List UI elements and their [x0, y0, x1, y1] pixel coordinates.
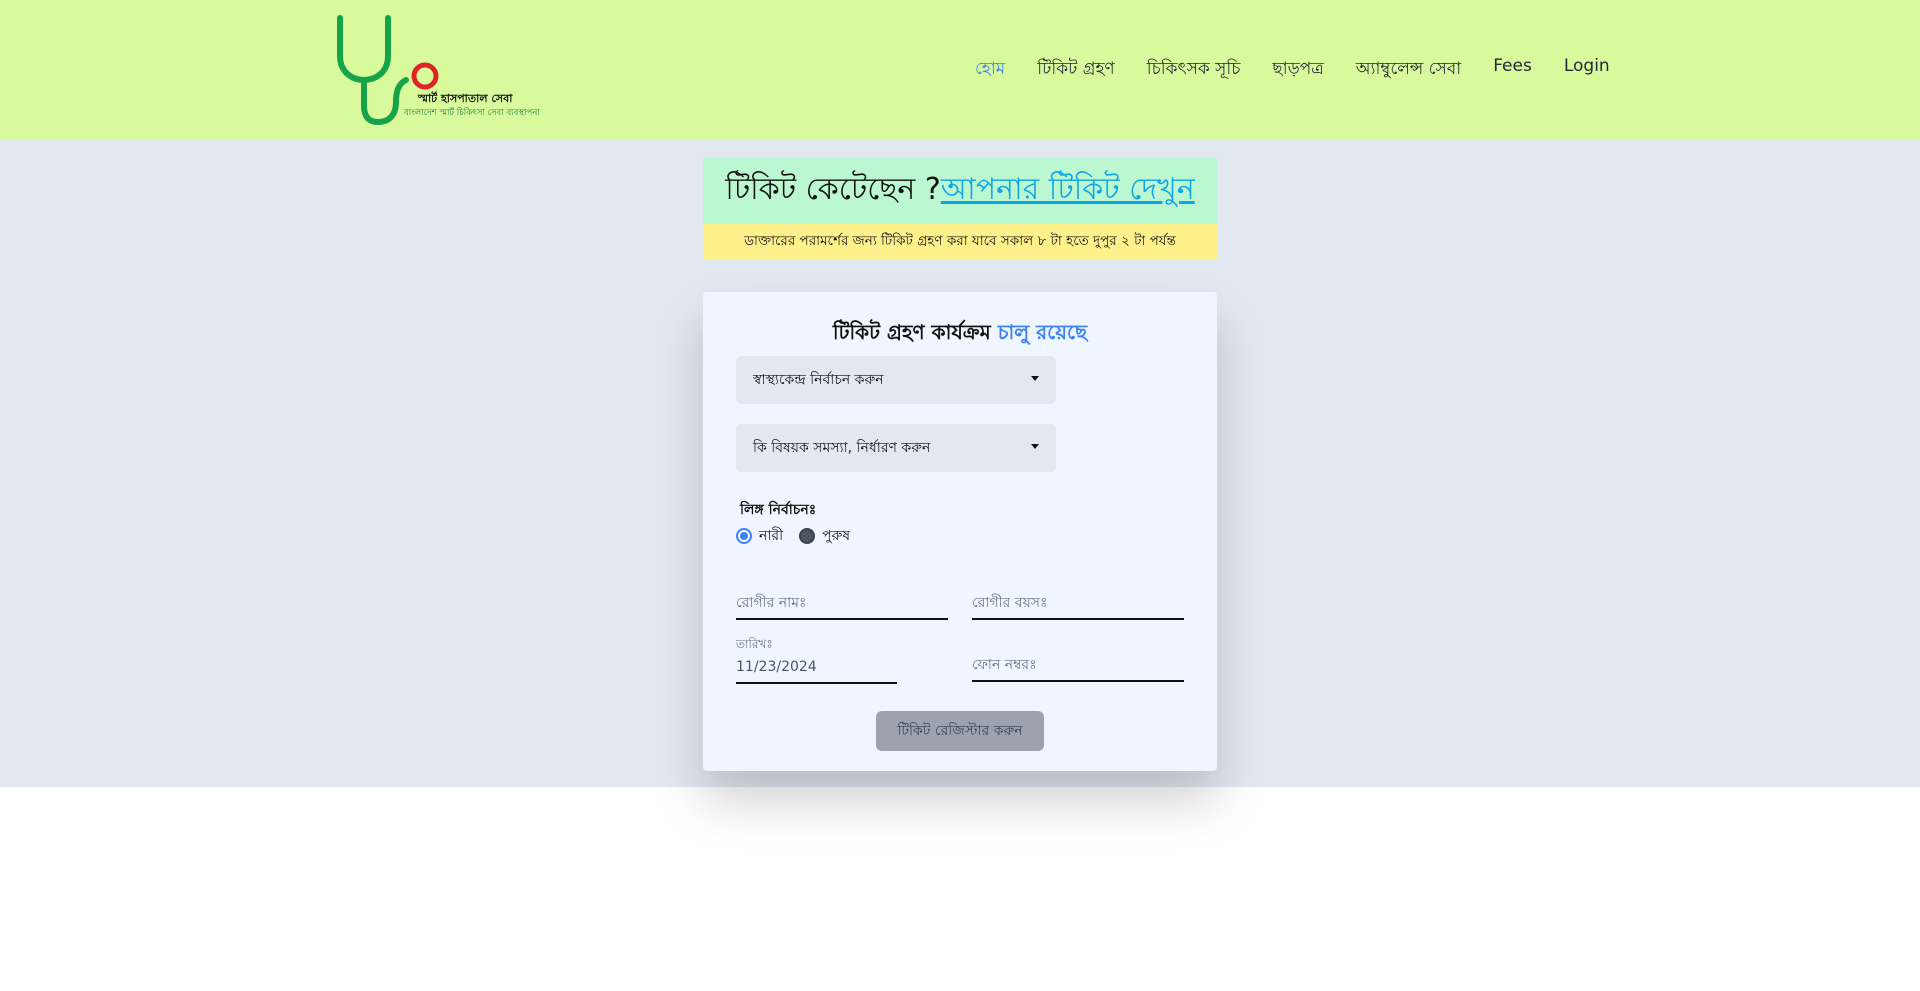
- radio-male-label[interactable]: পুরুষ: [822, 524, 850, 548]
- ticket-check-banner: টিকিট কেটেছেন ? আপনার টিকিট দেখুন: [703, 157, 1217, 224]
- nav-doctor-schedule[interactable]: চিকিৎসক সূচি: [1147, 56, 1241, 84]
- health-center-select[interactable]: স্বাস্থ্যকেন্দ্র নির্বাচন করুন: [736, 356, 1056, 404]
- main-nav: হোম টিকিট গ্রহণ চিকিৎসক সূচি ছাড়পত্র অ্…: [975, 56, 1610, 84]
- view-ticket-link[interactable]: আপনার টিকিট দেখুন: [941, 165, 1195, 216]
- nav-home[interactable]: হোম: [975, 56, 1005, 84]
- nav-discharge[interactable]: ছাড়পত্র: [1272, 56, 1323, 84]
- phone-input[interactable]: ফোন নম্বরঃ: [972, 650, 1184, 682]
- caret-down-icon: [1031, 376, 1039, 381]
- form-title-text: টিকিট গ্রহণ কার্যক্রম: [832, 320, 991, 344]
- health-center-select-value: স্বাস্থ্যকেন্দ্র নির্বাচন করুন: [753, 372, 884, 388]
- nav-ambulance[interactable]: অ্যাম্বুলেন্স সেবা: [1356, 56, 1461, 84]
- problem-select[interactable]: কি বিষয়ক সমস্যা, নির্ধারণ করুন: [736, 424, 1056, 472]
- radio-female-label[interactable]: নারী: [759, 524, 783, 548]
- caret-down-icon: [1031, 444, 1039, 449]
- patient-name-input[interactable]: রোগীর নামঃ: [736, 588, 948, 620]
- radio-female[interactable]: [736, 528, 752, 544]
- gender-options: নারী পুরুষ: [736, 524, 866, 548]
- radio-male[interactable]: [799, 528, 816, 544]
- brand-tagline: বাংলাদেশ স্মার্ট চিকিৎসা সেবা ব্যবস্থাপন…: [404, 108, 540, 118]
- form-status: চালু রয়েছে: [997, 320, 1088, 344]
- problem-select-value: কি বিষয়ক সমস্যা, নির্ধারণ করুন: [753, 440, 931, 456]
- register-ticket-button[interactable]: টিকিট রেজিস্টার করুন: [876, 711, 1044, 751]
- gender-label: লিঙ্গ নির্বাচনঃ: [740, 502, 817, 518]
- nav-fees[interactable]: Fees: [1493, 56, 1532, 84]
- date-input[interactable]: 11/23/2024: [736, 652, 897, 684]
- hours-notice: ডাক্তারের পরামর্শের জন্য টিকিট গ্রহণ করা…: [703, 224, 1217, 259]
- site-header: স্মার্ট হাসপাতাল সেবা বাংলাদেশ স্মার্ট চ…: [0, 0, 1920, 140]
- nav-ticket[interactable]: টিকিট গ্রহণ: [1037, 56, 1115, 84]
- patient-age-input[interactable]: রোগীর বয়সঃ: [972, 588, 1184, 620]
- form-title: টিকিট গ্রহণ কার্যক্রম চালু রয়েছে: [703, 318, 1217, 351]
- nav-login[interactable]: Login: [1564, 56, 1610, 84]
- ticket-form-card: টিকিট গ্রহণ কার্যক্রম চালু রয়েছে স্বাস্…: [703, 292, 1217, 771]
- ticket-question: টিকিট কেটেছেন ?: [725, 172, 941, 207]
